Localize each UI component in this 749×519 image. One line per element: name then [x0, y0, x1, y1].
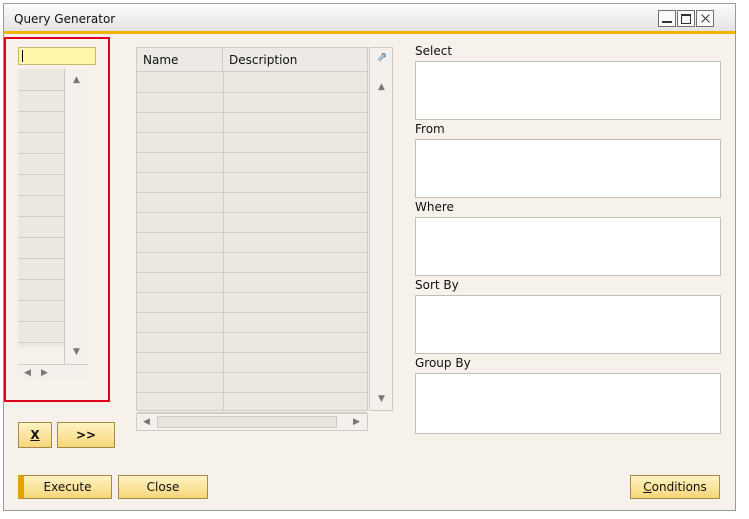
- empty-row-line: [137, 372, 367, 373]
- empty-row-line: [18, 237, 64, 238]
- empty-row-line: [137, 112, 367, 113]
- empty-row-line: [137, 212, 367, 213]
- clear-button[interactable]: X: [18, 422, 52, 448]
- empty-row-line: [18, 132, 64, 133]
- empty-row-line: [18, 321, 64, 322]
- scroll-up-icon[interactable]: ▲: [378, 82, 385, 92]
- table-list-grid[interactable]: [18, 69, 64, 347]
- empty-row-line: [18, 153, 64, 154]
- empty-row-line: [18, 279, 64, 280]
- where-label: Where: [415, 200, 454, 214]
- group-by-textarea[interactable]: [415, 373, 721, 434]
- empty-row-line: [137, 252, 367, 253]
- window-title: Query Generator: [14, 12, 116, 26]
- scroll-down-icon[interactable]: ▼: [378, 394, 385, 404]
- expand-arrow-icon[interactable]: ⇗: [375, 51, 389, 65]
- empty-row-line: [18, 174, 64, 175]
- empty-row-line: [137, 92, 367, 93]
- close-icon[interactable]: [696, 10, 714, 27]
- minimize-icon[interactable]: [658, 10, 676, 27]
- select-label: Select: [415, 44, 453, 58]
- title-bar[interactable]: Query Generator: [4, 4, 735, 34]
- scroll-up-icon[interactable]: ▲: [73, 75, 80, 85]
- empty-row-line: [137, 232, 367, 233]
- scroll-down-icon[interactable]: ▼: [73, 347, 80, 357]
- sort-by-textarea[interactable]: [415, 295, 721, 354]
- select-textarea[interactable]: [415, 61, 721, 120]
- empty-row-line: [137, 292, 367, 293]
- fields-vertical-scrollbar[interactable]: ⇗ ▲ ▼: [369, 47, 393, 411]
- empty-row-line: [18, 258, 64, 259]
- empty-row-line: [137, 192, 367, 193]
- column-divider: [223, 72, 224, 410]
- execute-button[interactable]: Execute: [18, 475, 112, 499]
- empty-row-line: [137, 332, 367, 333]
- empty-row-line: [137, 272, 367, 273]
- empty-row-line: [137, 392, 367, 393]
- empty-row-line: [18, 195, 64, 196]
- empty-row-line: [137, 312, 367, 313]
- empty-row-line: [137, 132, 367, 133]
- empty-row-line: [137, 172, 367, 173]
- from-label: From: [415, 122, 445, 136]
- scrollbar-thumb[interactable]: [157, 416, 337, 428]
- empty-row-line: [18, 216, 64, 217]
- table-search-input[interactable]: [18, 47, 96, 65]
- text-caret: [22, 50, 23, 62]
- scroll-right-icon[interactable]: ▶: [353, 417, 360, 427]
- empty-row-line: [18, 90, 64, 91]
- conditions-button[interactable]: Conditions: [630, 475, 720, 499]
- from-textarea[interactable]: [415, 139, 721, 198]
- add-button[interactable]: >>: [57, 422, 115, 448]
- table-list-vertical-scrollbar[interactable]: ▲ ▼: [64, 69, 88, 364]
- empty-row-line: [137, 152, 367, 153]
- fields-horizontal-scrollbar[interactable]: ◀ ▶: [136, 413, 368, 431]
- where-textarea[interactable]: [415, 217, 721, 276]
- column-header-description[interactable]: Description: [223, 48, 367, 72]
- empty-row-line: [18, 342, 64, 343]
- maximize-icon[interactable]: [677, 10, 695, 27]
- scroll-right-icon[interactable]: ▶: [41, 368, 48, 378]
- empty-row-line: [18, 300, 64, 301]
- column-header-name[interactable]: Name: [137, 48, 223, 72]
- sort-by-label: Sort By: [415, 278, 459, 292]
- table-list-horizontal-scrollbar[interactable]: ◀ ▶: [18, 364, 88, 380]
- scroll-left-icon[interactable]: ◀: [143, 417, 150, 427]
- scroll-left-icon[interactable]: ◀: [24, 368, 31, 378]
- empty-row-line: [137, 352, 367, 353]
- fields-table[interactable]: Name Description: [136, 47, 368, 413]
- close-button[interactable]: Close: [118, 475, 208, 499]
- empty-row-line: [18, 111, 64, 112]
- group-by-label: Group By: [415, 356, 471, 370]
